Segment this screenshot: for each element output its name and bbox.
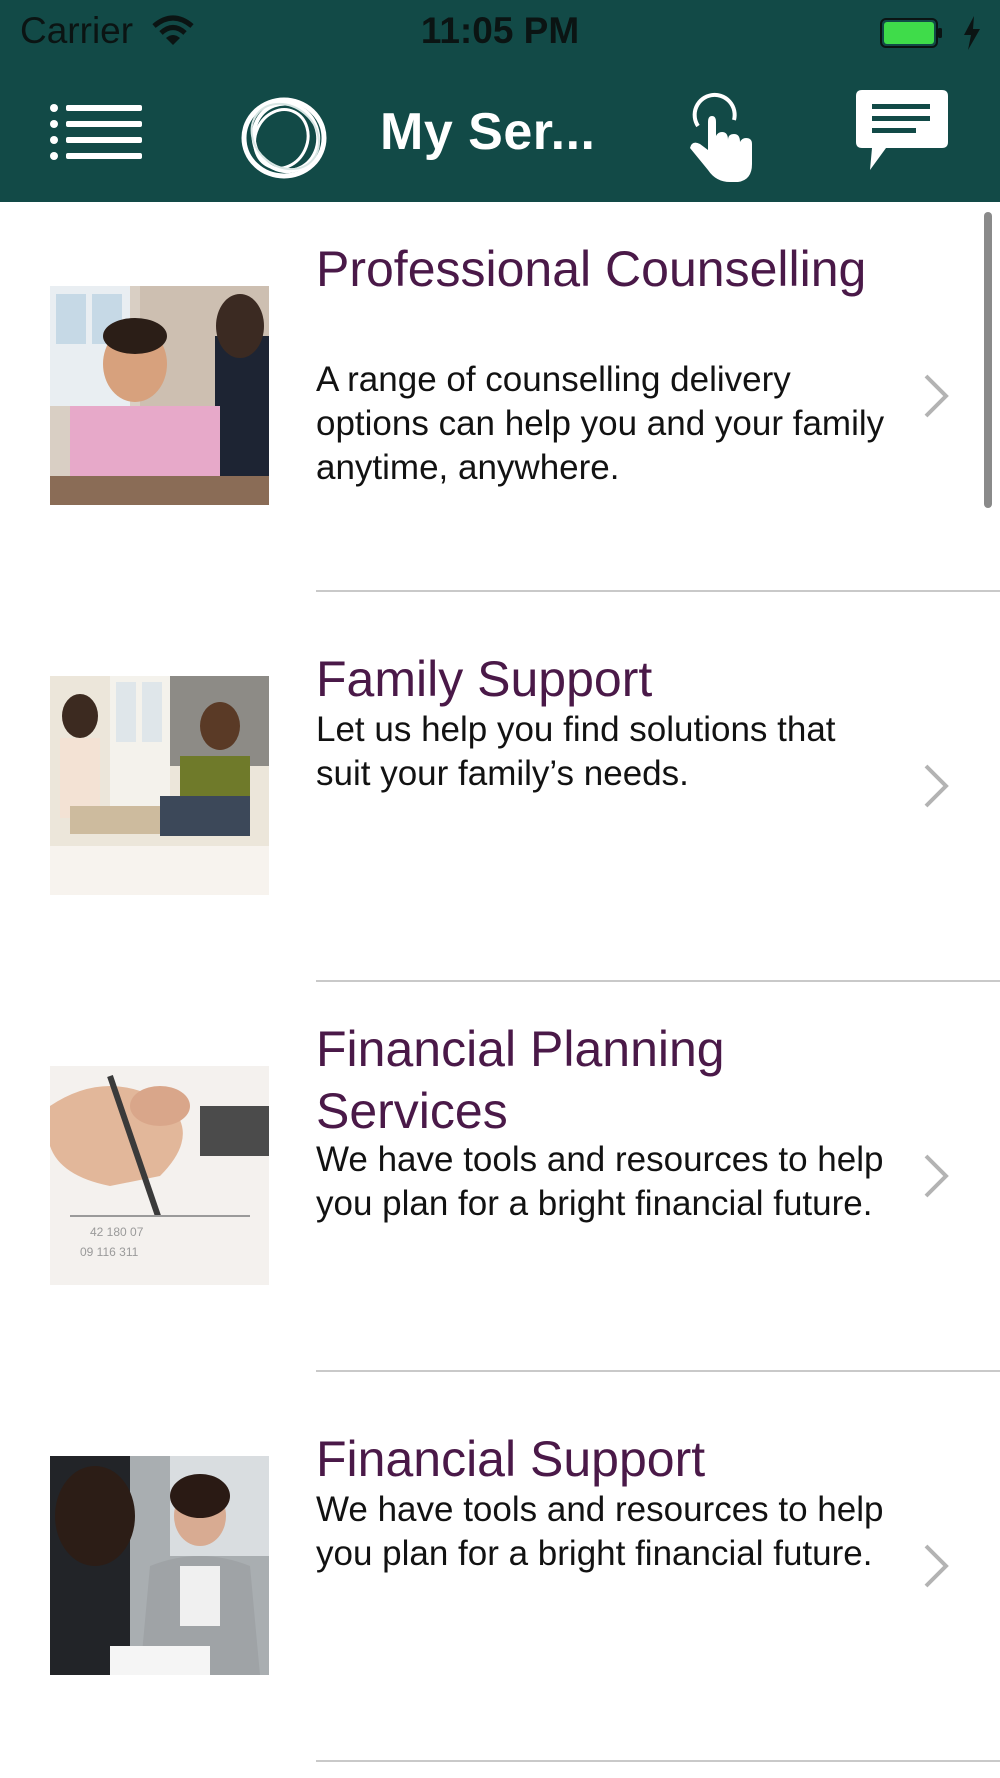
chevron-right-icon (924, 764, 949, 808)
financial-planning-photo: 42 180 07 09 116 311 (50, 1066, 269, 1285)
family-support-photo (50, 676, 269, 895)
row-separator (316, 1760, 1000, 1762)
touch-button[interactable] (672, 86, 762, 186)
service-title: Family Support (316, 651, 653, 707)
clock-label: 11:05 PM (420, 10, 580, 51)
financial-support-photo (50, 1456, 269, 1675)
chevron-right-icon (924, 1544, 949, 1588)
menu-icon (50, 104, 142, 160)
page-title: My Ser... (380, 103, 596, 161)
top-bar: Carrier 11:05 PM My Ser... (0, 0, 1000, 202)
logo-rings-icon (241, 97, 327, 179)
svg-text:42 180 07: 42 180 07 (90, 1225, 144, 1239)
nav-bar: My Ser... (0, 68, 1000, 202)
list-item-family-support[interactable]: Family Support Let us help you find solu… (0, 592, 1000, 982)
service-description: We have tools and resources to help you … (316, 1140, 884, 1223)
chevron-right-icon (924, 1154, 949, 1198)
list-item-financial-planning-services[interactable]: 42 180 07 09 116 311 Financial Planning … (0, 982, 1000, 1372)
chat-bubble-icon (856, 90, 948, 170)
chevron-right-icon (924, 374, 949, 418)
scrollbar[interactable] (984, 212, 992, 508)
list-item-professional-counselling[interactable]: Professional Counselling A range of coun… (0, 202, 1000, 592)
service-title: Financial Support (316, 1431, 706, 1487)
services-list: Professional Counselling A range of coun… (0, 202, 1000, 1778)
svg-text:09 116 311: 09 116 311 (80, 1245, 139, 1259)
status-bar: Carrier 11:05 PM (0, 0, 1000, 68)
menu-button[interactable] (48, 100, 144, 164)
touch-hand-icon (690, 92, 752, 182)
list-item-financial-support[interactable]: Financial Support We have tools and reso… (0, 1372, 1000, 1762)
chat-button[interactable] (852, 86, 952, 176)
service-title: Professional Counselling (316, 241, 867, 297)
service-description: Let us help you find solutions that suit… (316, 710, 836, 793)
service-description: We have tools and resources to help you … (316, 1490, 884, 1573)
battery-icon (880, 18, 942, 48)
service-description: A range of counselling delivery options … (316, 360, 885, 487)
charging-bolt-icon (964, 16, 980, 50)
service-title: Financial Planning Services (316, 1021, 725, 1139)
counselling-photo (50, 286, 269, 505)
